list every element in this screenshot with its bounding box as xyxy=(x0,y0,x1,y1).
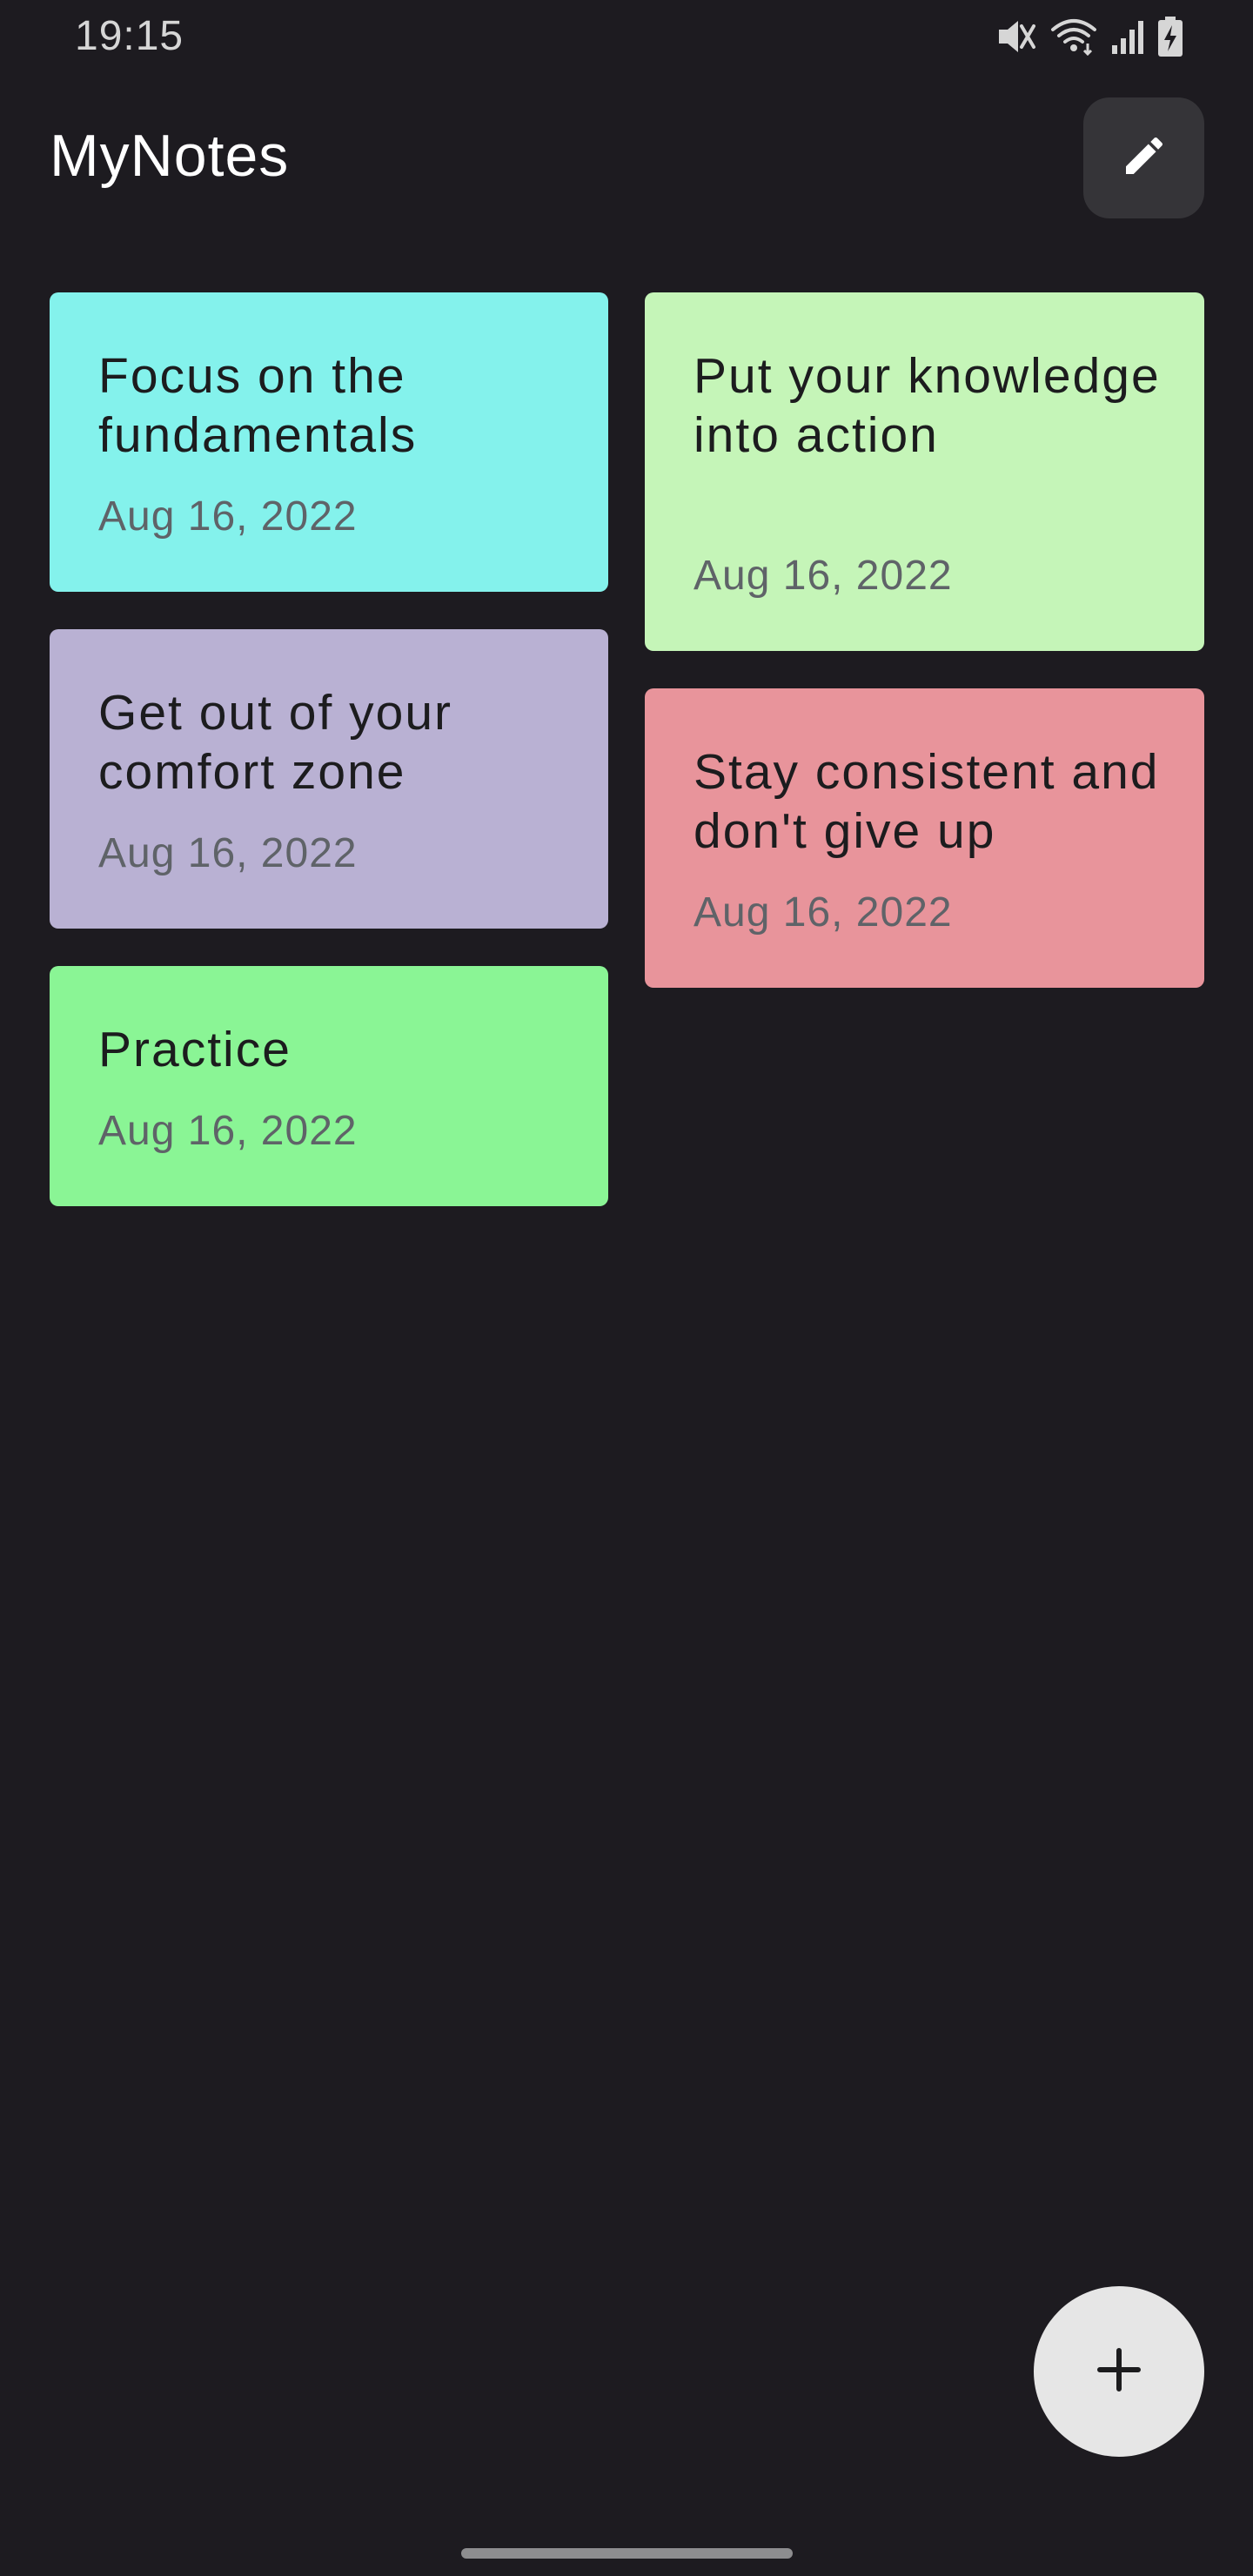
note-title: Practice xyxy=(98,1022,291,1077)
note-date: Aug 16, 2022 xyxy=(98,830,358,876)
note-date: Aug 16, 2022 xyxy=(98,493,358,540)
status-icons xyxy=(995,12,1183,61)
note-card[interactable]: Stay consistent and don't give up Aug 16… xyxy=(645,688,1204,988)
note-title: Focus on the fundamentals xyxy=(98,348,418,463)
signal-icon xyxy=(1110,17,1145,56)
add-note-button[interactable] xyxy=(1034,2286,1204,2457)
note-title: Put your knowledge into action xyxy=(694,348,1161,463)
home-indicator[interactable] xyxy=(461,2548,793,2559)
note-date: Aug 16, 2022 xyxy=(98,1108,358,1154)
note-date: Aug 16, 2022 xyxy=(694,553,953,599)
note-card[interactable]: Focus on the fundamentals Aug 16, 2022 xyxy=(50,292,608,592)
wifi-icon xyxy=(1049,17,1098,56)
edit-button[interactable] xyxy=(1083,97,1204,218)
page-title: MyNotes xyxy=(50,123,290,189)
pencil-icon xyxy=(1120,131,1169,184)
status-bar: 19:15 xyxy=(0,0,1253,73)
mute-icon xyxy=(995,17,1037,56)
battery-charging-icon xyxy=(1157,17,1183,57)
note-date: Aug 16, 2022 xyxy=(694,889,953,936)
note-title: Stay consistent and don't give up xyxy=(694,744,1160,859)
status-time: 19:15 xyxy=(75,13,184,59)
note-title: Get out of your comfort zone xyxy=(98,685,453,800)
note-card[interactable]: Get out of your comfort zone Aug 16, 202… xyxy=(50,629,608,929)
plus-icon xyxy=(1095,2345,1143,2398)
note-card[interactable]: Put your knowledge into action Aug 16, 2… xyxy=(645,292,1204,651)
note-card[interactable]: Practice Aug 16, 2022 xyxy=(50,966,608,1206)
